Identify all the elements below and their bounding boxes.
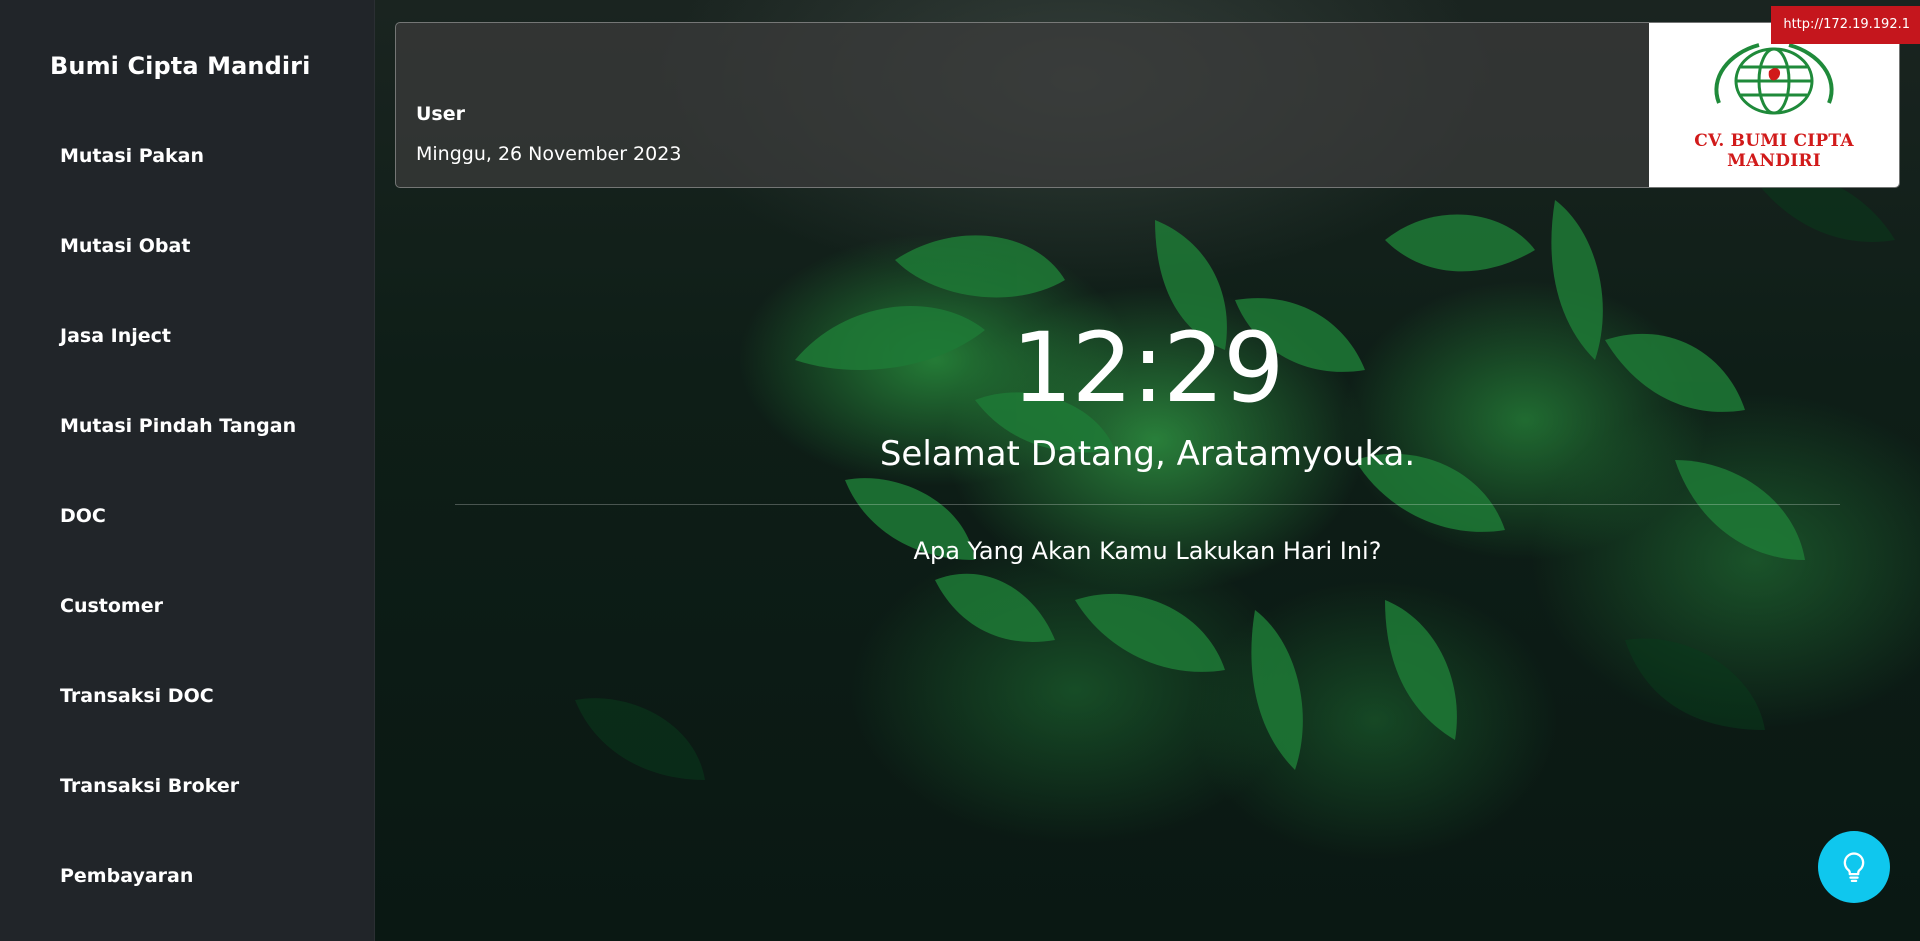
sidebar-item-transaksi-broker[interactable]: Transaksi Broker — [0, 752, 374, 842]
sidebar-item-doc[interactable]: DOC — [0, 482, 374, 572]
divider — [455, 504, 1840, 505]
sidebar-item-label: Mutasi Pakan — [60, 145, 204, 167]
tip-button[interactable] — [1818, 831, 1890, 903]
sidebar-item-jasa-inject[interactable]: Jasa Inject — [0, 302, 374, 392]
sidebar-item-transaksi-doc[interactable]: Transaksi DOC — [0, 662, 374, 752]
header-card: User Minggu, 26 November 2023 CV. BUMI C… — [395, 22, 1900, 188]
sidebar-item-label: DOC — [60, 505, 106, 527]
welcome-message: Selamat Datang, Aratamyouka. — [879, 434, 1416, 474]
sidebar-item-mutasi-obat[interactable]: Mutasi Obat — [0, 212, 374, 302]
sidebar-item-mutasi-pakan[interactable]: Mutasi Pakan — [0, 122, 374, 212]
sidebar: Bumi Cipta Mandiri Mutasi Pakan Mutasi O… — [0, 0, 375, 941]
company-logo: CV. BUMI CIPTA MANDIRI — [1649, 23, 1899, 187]
sidebar-item-label: Jasa Inject — [60, 325, 171, 347]
user-label: User — [416, 103, 465, 125]
sidebar-item-label: Mutasi Pindah Tangan — [60, 415, 297, 437]
sidebar-item-customer[interactable]: Customer — [0, 572, 374, 662]
brand-title[interactable]: Bumi Cipta Mandiri — [50, 52, 310, 80]
daily-question: Apa Yang Akan Kamu Lakukan Hari Ini? — [913, 537, 1382, 565]
sidebar-item-label: Transaksi Broker — [60, 775, 240, 797]
date-label: Minggu, 26 November 2023 — [416, 143, 682, 165]
app-root: Bumi Cipta Mandiri Mutasi Pakan Mutasi O… — [0, 0, 1920, 941]
sidebar-item-label: Transaksi DOC — [60, 685, 214, 707]
sidebar-item-pembayaran[interactable]: Pembayaran — [0, 842, 374, 932]
sidebar-item-label: Pembayaran — [60, 865, 194, 887]
sidebar-item-label: Customer — [60, 595, 163, 617]
lightbulb-icon — [1843, 852, 1865, 883]
logo-text: CV. BUMI CIPTA MANDIRI — [1694, 131, 1854, 171]
sidebar-item-mutasi-pindah-tangan[interactable]: Mutasi Pindah Tangan — [0, 392, 374, 482]
sidebar-item-label: Mutasi Obat — [60, 235, 191, 257]
clock-display: 12:29 — [1011, 312, 1285, 424]
sidebar-nav: Mutasi Pakan Mutasi Obat Jasa Inject Mut… — [0, 122, 374, 932]
url-badge[interactable]: http://172.19.192.1 — [1771, 6, 1920, 44]
